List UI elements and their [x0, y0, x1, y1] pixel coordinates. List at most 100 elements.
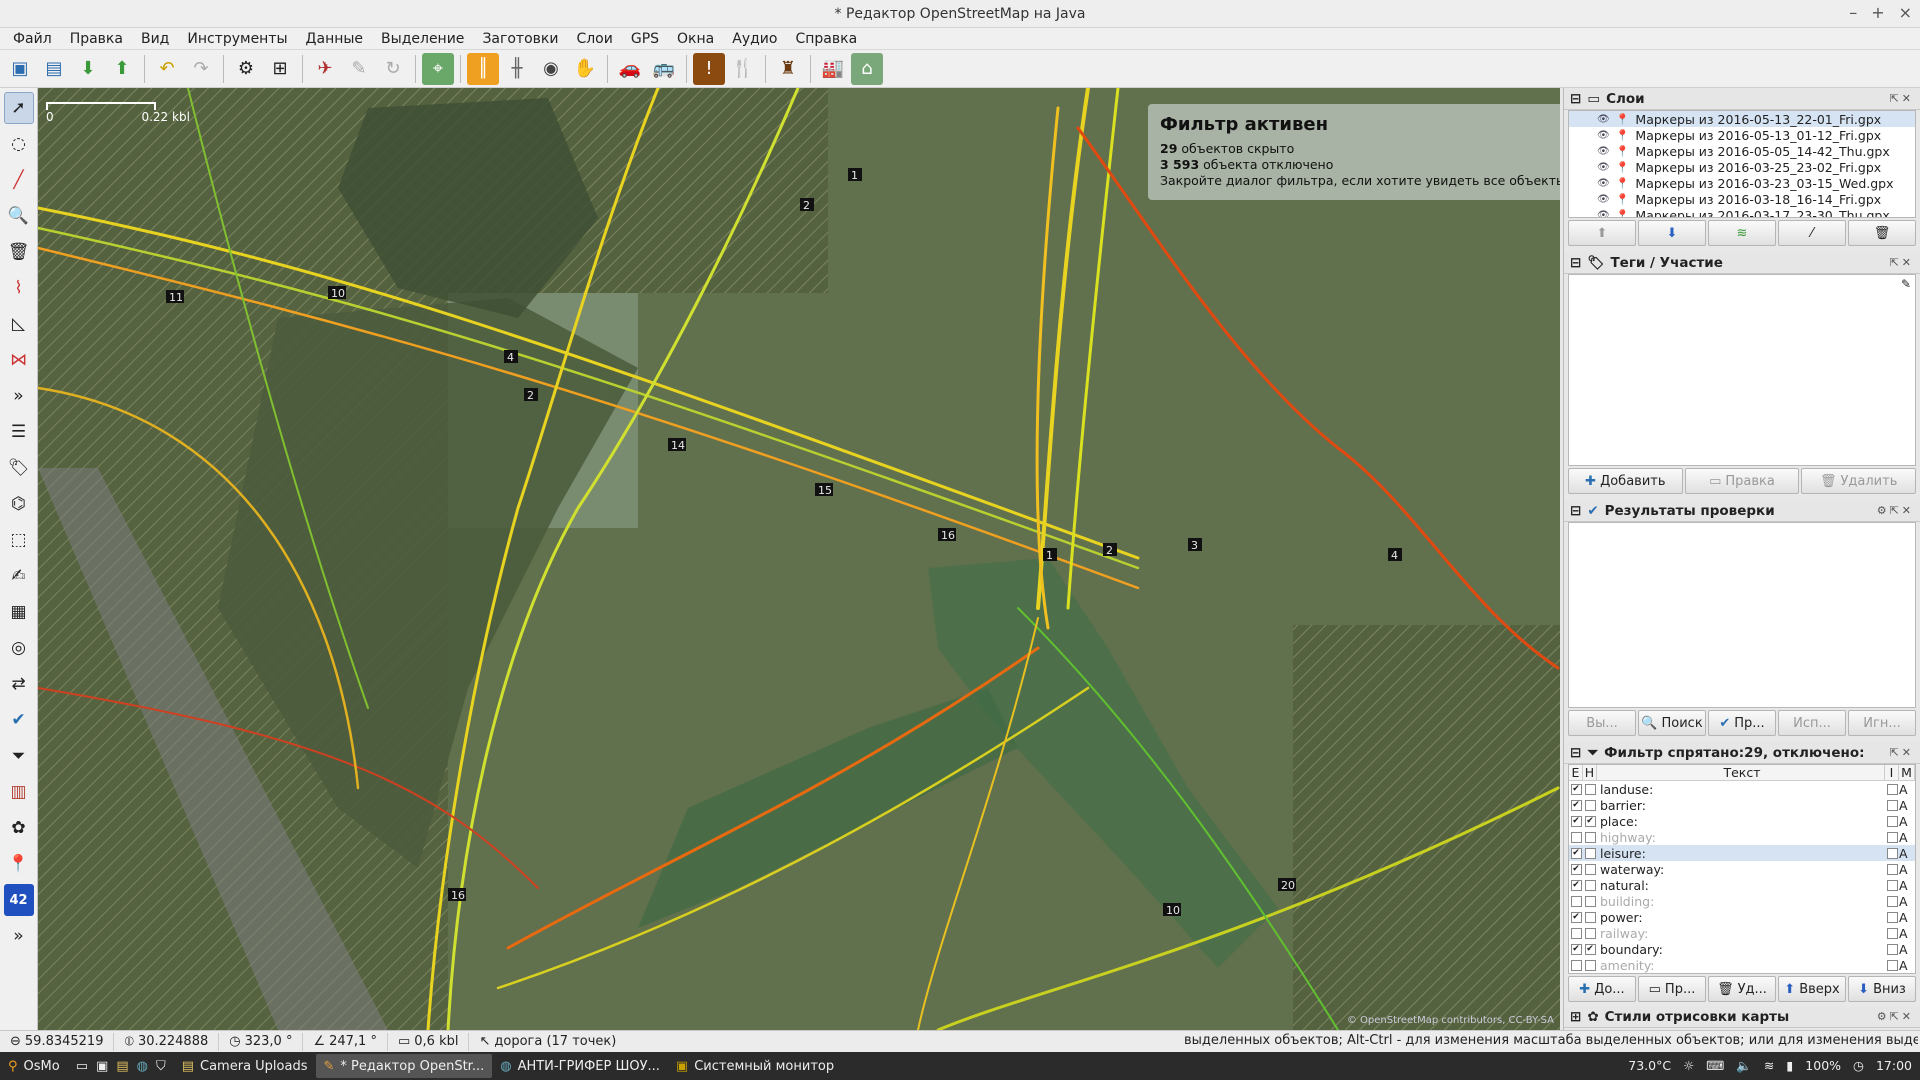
- checkbox-box[interactable]: [1886, 783, 1898, 795]
- col-text[interactable]: Текст: [1597, 765, 1885, 780]
- filter-row[interactable]: ✔ ✔ boundary: A: [1569, 941, 1915, 957]
- enabled-checkbox[interactable]: [1569, 927, 1583, 939]
- checkbox-box[interactable]: [1570, 831, 1582, 843]
- panel-controls[interactable]: ⇱✕: [1890, 92, 1914, 105]
- move-down-icon[interactable]: ⬇: [1638, 220, 1706, 246]
- eye-icon[interactable]: 👁: [1597, 210, 1610, 218]
- enabled-checkbox[interactable]: [1569, 831, 1583, 843]
- improve-way-icon[interactable]: ⌇: [4, 272, 34, 304]
- inverted-checkbox[interactable]: [1885, 847, 1899, 859]
- undo-icon[interactable]: ↶: [151, 53, 183, 85]
- changeset-icon[interactable]: ▥: [4, 776, 34, 808]
- hand-icon[interactable]: ✋: [569, 53, 601, 85]
- filter-mode[interactable]: A: [1899, 782, 1915, 797]
- filter-mode[interactable]: A: [1899, 830, 1915, 845]
- folder-icon[interactable]: ▤: [116, 1059, 128, 1074]
- menu-audio[interactable]: Аудио: [723, 28, 786, 50]
- panel-controls[interactable]: ⚙⇱✕: [1877, 1010, 1914, 1023]
- eye-icon[interactable]: 👁: [1597, 114, 1610, 125]
- enabled-checkbox[interactable]: ✔: [1569, 863, 1583, 875]
- enabled-checkbox[interactable]: ✔: [1569, 879, 1583, 891]
- checkbox-checked-icon[interactable]: ✔: [1570, 799, 1582, 811]
- menu-gps[interactable]: GPS: [622, 28, 668, 50]
- move-filter-up-button[interactable]: ⬆ Вверх: [1778, 976, 1846, 1002]
- inverted-checkbox[interactable]: [1885, 799, 1899, 811]
- factory-icon[interactable]: 🏭: [817, 53, 849, 85]
- inverted-checkbox[interactable]: [1885, 959, 1899, 971]
- eye-icon[interactable]: 👁: [1597, 162, 1610, 173]
- save-icon[interactable]: ▤: [38, 53, 70, 85]
- filter-row[interactable]: ✔ leisure: A: [1569, 845, 1915, 861]
- select-tool-icon[interactable]: ➚: [3, 92, 34, 124]
- checkbox-checked-icon[interactable]: ✔: [1570, 911, 1582, 923]
- menu-presets[interactable]: Заготовки: [473, 28, 567, 50]
- checkbox-box[interactable]: [1886, 959, 1898, 971]
- checkbox-box[interactable]: [1886, 895, 1898, 907]
- filter-mode[interactable]: A: [1899, 814, 1915, 829]
- checkbox-box[interactable]: [1570, 959, 1582, 971]
- checkbox-box[interactable]: [1570, 895, 1582, 907]
- checkbox-box[interactable]: [1584, 911, 1596, 923]
- eye-icon[interactable]: 👁: [1597, 178, 1610, 189]
- filter-row[interactable]: railway: A: [1569, 925, 1915, 941]
- layer-item[interactable]: 👁 📍 Маркеры из 2016-05-13_01-12_Fri.gpx: [1569, 127, 1915, 143]
- checkbox-box[interactable]: [1886, 927, 1898, 939]
- notes-icon[interactable]: 📍: [4, 848, 34, 880]
- inverted-checkbox[interactable]: [1885, 943, 1899, 955]
- col-enabled[interactable]: E: [1569, 765, 1583, 780]
- layer-item[interactable]: 👁 📍 Маркеры из 2016-03-17_23-30_Thu.gpx: [1569, 207, 1915, 218]
- move-up-icon[interactable]: ⬆: [1568, 220, 1636, 246]
- duplicate-layer-icon[interactable]: ⁄: [1778, 220, 1846, 246]
- hidden-checkbox[interactable]: [1583, 895, 1597, 907]
- panel-controls[interactable]: ⇱✕: [1890, 256, 1914, 269]
- search-button[interactable]: 🔍 Поиск: [1638, 710, 1706, 736]
- task-browser[interactable]: ◍ АНТИ-ГРИФЕР ШОУ...: [492, 1054, 668, 1078]
- checkbox-box[interactable]: [1584, 799, 1596, 811]
- volume-icon[interactable]: 🔈: [1736, 1058, 1752, 1074]
- map-view[interactable]: 4 2 14 15 16 1 2 3 4 1 2 11 10 16 20 10 …: [38, 88, 1560, 1030]
- styles-panel-header[interactable]: ⊞ ✿ Стили отрисовки карты ⚙⇱✕: [1564, 1006, 1920, 1028]
- checkbox-checked-icon[interactable]: ✔: [1584, 943, 1596, 955]
- wifi-icon[interactable]: ≋: [1764, 1058, 1774, 1074]
- filter-mode[interactable]: A: [1899, 910, 1915, 925]
- redo-icon[interactable]: ↷: [185, 53, 217, 85]
- validation-panel-header[interactable]: ⊟ ✔ Результаты проверки ⚙⇱✕: [1564, 500, 1920, 522]
- enabled-checkbox[interactable]: [1569, 959, 1583, 971]
- warning-icon[interactable]: !: [693, 52, 725, 85]
- menu-data[interactable]: Данные: [297, 28, 373, 50]
- layer-item[interactable]: 👁 📍 Маркеры из 2016-05-05_14-42_Thu.gpx: [1569, 143, 1915, 159]
- hidden-checkbox[interactable]: [1583, 959, 1597, 971]
- check-button[interactable]: ✔ Пр...: [1708, 710, 1776, 736]
- delete-tool-icon[interactable]: 🗑: [4, 236, 34, 268]
- layer-item[interactable]: 👁 📍 Маркеры из 2016-05-13_22-01_Fri.gpx: [1569, 111, 1915, 127]
- zoom-icon[interactable]: ⊞: [264, 53, 296, 85]
- tags-toggle-icon[interactable]: 🏷: [4, 452, 34, 484]
- checkbox-checked-icon[interactable]: ✔: [1570, 783, 1582, 795]
- layers-panel-header[interactable]: ⊟ ▭ Слои ⇱✕: [1564, 88, 1920, 110]
- history-icon[interactable]: ◎: [4, 632, 34, 664]
- add-filter-button[interactable]: ✚ До...: [1568, 976, 1636, 1002]
- hidden-checkbox[interactable]: [1583, 879, 1597, 891]
- car-icon[interactable]: 🚗: [614, 53, 646, 85]
- filter-mode[interactable]: A: [1899, 958, 1915, 973]
- filter-row[interactable]: ✔ power: A: [1569, 909, 1915, 925]
- hidden-checkbox[interactable]: [1583, 847, 1597, 859]
- ignore-button[interactable]: Игн...: [1848, 710, 1916, 736]
- checkbox-box[interactable]: [1584, 879, 1596, 891]
- inverted-checkbox[interactable]: [1885, 911, 1899, 923]
- split-way-icon[interactable]: ⋈: [4, 344, 34, 376]
- map-icon[interactable]: ⌖: [422, 52, 454, 85]
- panel-controls[interactable]: ⚙⇱✕: [1877, 504, 1914, 517]
- maximize-button[interactable]: +: [1871, 3, 1884, 22]
- inverted-checkbox[interactable]: [1885, 895, 1899, 907]
- checkbox-box[interactable]: [1886, 911, 1898, 923]
- col-inverted[interactable]: I: [1885, 765, 1899, 780]
- castle-icon[interactable]: ♜: [772, 53, 804, 85]
- inverted-checkbox[interactable]: [1885, 879, 1899, 891]
- enabled-checkbox[interactable]: ✔: [1569, 847, 1583, 859]
- panel-controls[interactable]: ⇱✕: [1890, 746, 1914, 759]
- hidden-checkbox[interactable]: ✔: [1583, 943, 1597, 955]
- brightness-icon[interactable]: ☼: [1683, 1058, 1694, 1074]
- filter-row[interactable]: ✔ ✔ place: A: [1569, 813, 1915, 829]
- eye-icon[interactable]: 👁: [1597, 194, 1610, 205]
